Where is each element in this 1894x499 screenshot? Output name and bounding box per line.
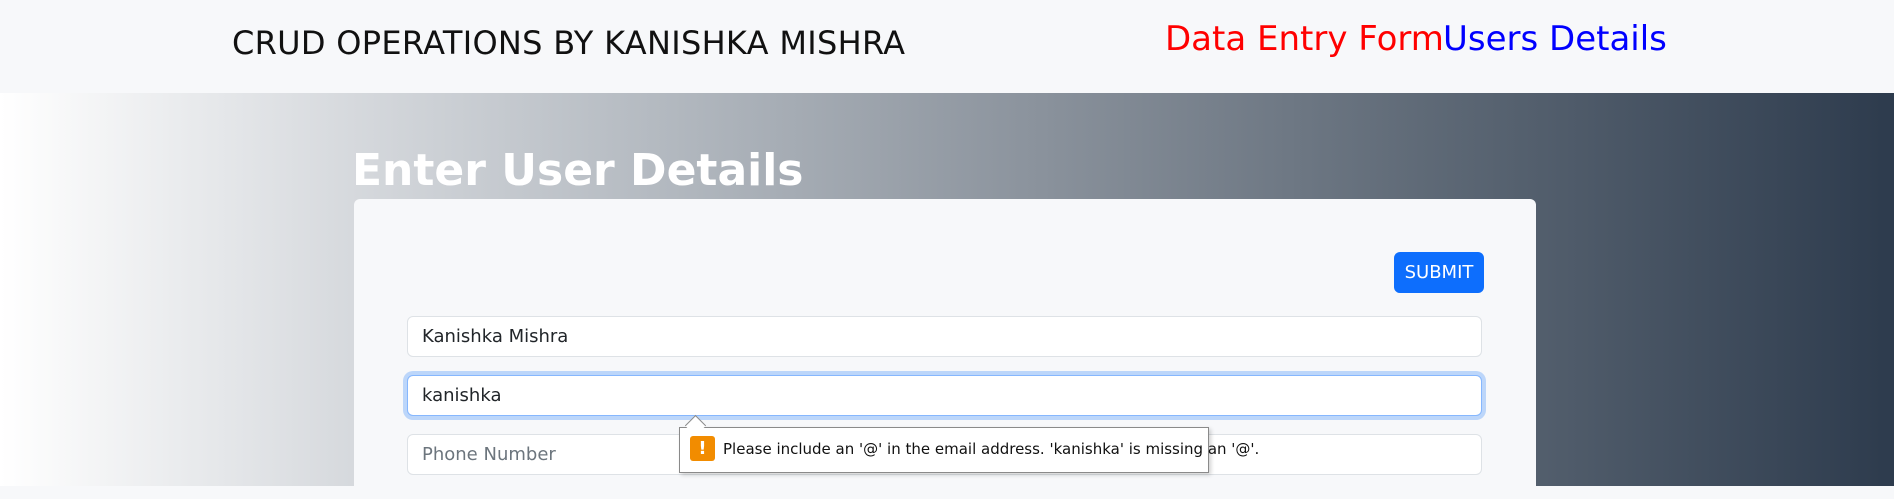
submit-button[interactable]: SUBMIT [1394,252,1484,293]
name-field[interactable] [407,316,1482,357]
nav-link-users-details[interactable]: Users Details [1443,16,1667,62]
form-heading: Enter User Details [352,145,804,196]
email-field[interactable] [407,375,1482,416]
navbar: CRUD OPERATIONS BY KANISHKA MISHRA Data … [0,0,1894,93]
warning-icon: ! [690,436,715,461]
brand-title: CRUD OPERATIONS BY KANISHKA MISHRA [232,24,906,62]
validation-message: Please include an '@' in the email addre… [723,440,1260,458]
nav-link-data-entry-form[interactable]: Data Entry Form [1165,16,1444,62]
